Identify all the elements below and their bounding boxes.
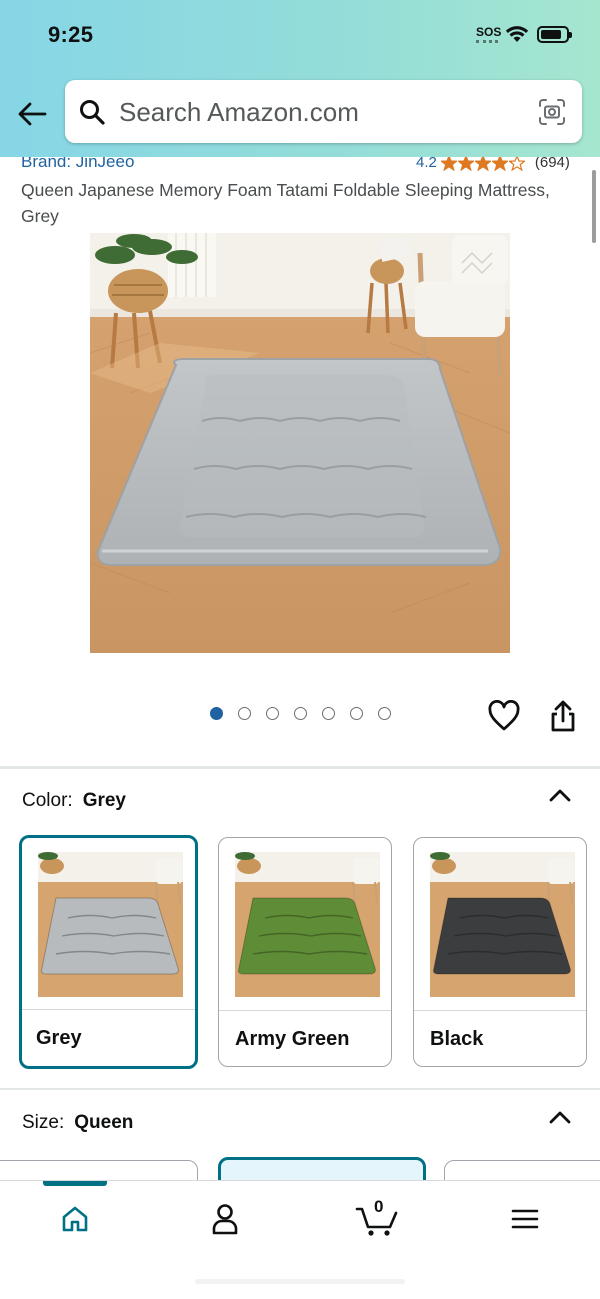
color-label-text: Color: [22,790,73,811]
swatch-divider [22,1009,195,1010]
nav-cart[interactable]: 0 [352,1197,402,1239]
selected-size: Queen [74,1112,134,1133]
nav-account[interactable] [201,1199,249,1239]
status-time: 9:25 [48,22,94,47]
nav-home[interactable] [51,1199,99,1239]
color-option-label: Grey [36,1027,82,1049]
active-tab-indicator [43,1181,107,1186]
color-option-label: Army Green [235,1028,350,1050]
arrow-left-icon [18,102,47,126]
swatch-divider [414,1010,586,1011]
carousel-dot[interactable] [294,707,307,720]
color-label: Color: Grey [22,790,126,812]
size-label-text: Size: [22,1112,65,1133]
wishlist-button[interactable] [487,699,521,737]
scrollbar[interactable] [592,170,596,243]
home-indicator [195,1279,405,1284]
color-option-label: Black [430,1028,484,1050]
product-image[interactable] [90,233,510,653]
swatch-divider [219,1010,391,1011]
swatch-image [430,852,575,997]
search-box[interactable] [65,80,582,143]
home-icon [62,1206,88,1232]
menu-icon [511,1209,539,1229]
tatami-mattress-image [90,233,510,653]
carousel-dot[interactable] [350,707,363,720]
chevron-up-icon[interactable] [548,1108,572,1126]
carousel-dot[interactable] [210,707,223,720]
share-button[interactable] [548,699,578,738]
section-divider [0,766,600,769]
heart-icon [488,699,520,731]
swatch-image [38,852,183,997]
nav-menu[interactable] [501,1199,549,1239]
color-option-grey[interactable]: Grey [19,835,198,1069]
back-button[interactable] [14,96,50,132]
cellular-dots-icon [476,40,498,43]
share-icon [551,700,575,732]
camera-scan-icon[interactable] [538,98,566,126]
section-divider [0,1088,600,1090]
carousel-dot[interactable] [238,707,251,720]
chevron-up-icon[interactable] [548,786,572,804]
sos-indicator: SOS [476,25,502,39]
carousel-dot[interactable] [378,707,391,720]
account-icon [212,1204,238,1235]
color-option-black[interactable]: Black [413,837,587,1067]
swatch-image [235,852,380,997]
search-input[interactable] [119,92,519,132]
selected-color: Grey [82,790,126,811]
search-icon [80,100,105,125]
carousel-dot[interactable] [322,707,335,720]
size-label: Size: Queen [22,1112,133,1134]
app-header: 9:25 SOS [0,0,600,157]
wifi-icon [505,26,529,42]
battery-icon [537,26,572,43]
image-carousel-dots[interactable] [210,707,391,720]
cart-count: 0 [374,1197,384,1216]
product-title: Queen Japanese Memory Foam Tatami Foldab… [21,180,550,226]
carousel-dot[interactable] [266,707,279,720]
color-option-army-green[interactable]: Army Green [218,837,392,1067]
